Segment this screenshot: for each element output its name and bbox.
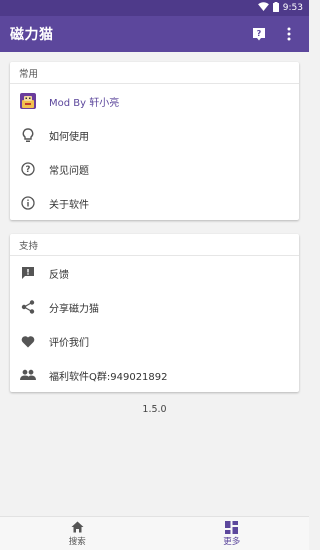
list-item-label: 福利软件Q群:949021892 (49, 371, 168, 383)
app-bar: 磁力猫 ? (0, 16, 309, 52)
more-vert-icon (287, 27, 291, 41)
card-common: 常用 Mod By 轩小亮 如何使用 ? 常见问题 关于软件 (10, 62, 299, 220)
version-text: 1.5.0 (142, 404, 167, 415)
battery-icon (272, 1, 279, 15)
list-item-label: 如何使用 (49, 131, 89, 143)
nav-tab-label: 更多 (223, 537, 241, 547)
nav-tab-more[interactable]: 更多 (155, 517, 310, 550)
bottom-navigation: 搜索 更多 (0, 516, 309, 550)
list-item-share[interactable]: 分享磁力猫 (10, 290, 299, 324)
list-item-label: Mod By 轩小亮 (49, 97, 120, 109)
overflow-menu-button[interactable] (279, 24, 299, 44)
list-item-qq-group[interactable]: 福利软件Q群:949021892 (10, 358, 299, 392)
list-item-label: 反馈 (49, 269, 69, 281)
list-item-rate[interactable]: 评价我们 (10, 324, 299, 358)
lightbulb-icon (20, 127, 36, 143)
info-icon (20, 195, 36, 211)
heart-icon (20, 333, 36, 349)
list-item-label: 关于软件 (49, 199, 89, 211)
group-icon (20, 367, 36, 383)
svg-text:?: ? (26, 165, 31, 175)
list-item-about[interactable]: 关于软件 (10, 186, 299, 220)
help-box-icon: ? (253, 28, 265, 41)
status-time: 9:53 (282, 3, 303, 13)
list-item-faq[interactable]: ? 常见问题 (10, 152, 299, 186)
list-item-mod-by[interactable]: Mod By 轩小亮 (10, 84, 299, 118)
home-icon (71, 520, 84, 534)
wifi-icon (257, 2, 269, 14)
nav-tab-label: 搜索 (68, 537, 86, 547)
app-title: 磁力猫 (10, 27, 54, 43)
app-logo-icon (20, 93, 36, 109)
card-support: 支持 反馈 分享磁力猫 评价我们 福利软件Q群:949021892 (10, 234, 299, 392)
nav-tab-search[interactable]: 搜索 (0, 517, 155, 550)
dashboard-icon (225, 520, 239, 534)
help-circle-icon: ? (20, 161, 36, 177)
list-item-label: 评价我们 (49, 337, 89, 349)
card-support-header: 支持 (10, 234, 299, 256)
list-item-feedback[interactable]: 反馈 (10, 256, 299, 290)
list-item-label: 分享磁力猫 (49, 303, 99, 315)
feedback-icon (20, 265, 36, 281)
status-bar: 9:53 (0, 0, 309, 16)
share-icon (20, 299, 36, 315)
card-common-header: 常用 (10, 62, 299, 84)
list-item-how-to-use[interactable]: 如何使用 (10, 118, 299, 152)
svg-text:?: ? (257, 29, 262, 38)
list-item-label: 常见问题 (49, 165, 89, 177)
help-button[interactable]: ? (249, 24, 269, 44)
